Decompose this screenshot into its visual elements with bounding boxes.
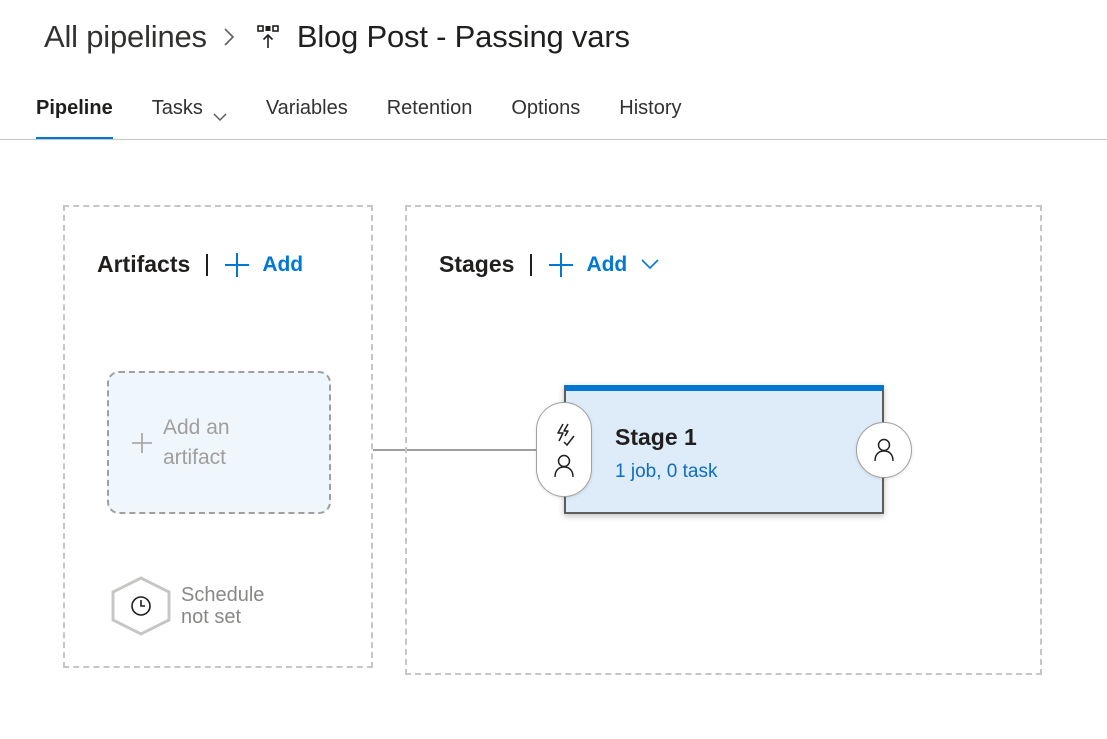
breadcrumb-all-pipelines-link[interactable]: All pipelines: [44, 19, 207, 55]
stages-title: Stages: [439, 251, 515, 277]
stage-card[interactable]: Stage 1 1 job, 0 task: [564, 385, 884, 514]
artifacts-title: Artifacts: [97, 251, 191, 277]
clock-icon: [131, 596, 151, 616]
post-deployment-conditions-button[interactable]: [856, 422, 912, 478]
tab-options[interactable]: Options: [511, 92, 580, 140]
chevron-down-icon: [213, 105, 227, 128]
tab-tasks[interactable]: Tasks: [152, 92, 227, 140]
trigger-lightning-icon: [557, 423, 575, 446]
schedule-trigger[interactable]: Schedule not set: [109, 574, 281, 638]
artifacts-header: Artifacts Add: [97, 251, 303, 278]
add-stage-button[interactable]: Add: [548, 252, 671, 278]
release-pipeline-icon: [257, 24, 279, 50]
tab-tasks-label: Tasks: [151, 97, 203, 119]
approver-person-icon: [554, 454, 574, 477]
chevron-down-icon: [641, 259, 659, 270]
artifacts-panel: Artifacts Add Add an artifact Schedule n…: [63, 205, 373, 668]
add-artifact-button[interactable]: Add: [224, 252, 303, 278]
header-divider: [530, 253, 533, 276]
add-artifact-card-label: Add an artifact: [163, 415, 230, 469]
tab-pipeline[interactable]: Pipeline: [36, 92, 113, 140]
chevron-right-icon: [223, 27, 235, 47]
tab-bar-divider: [0, 139, 1107, 140]
approver-person-icon: [874, 438, 894, 462]
page-title: Blog Post - Passing vars: [296, 19, 630, 54]
stage-name: Stage 1: [615, 424, 697, 450]
tab-retention[interactable]: Retention: [387, 92, 473, 140]
plus-icon: [225, 252, 250, 277]
plus-icon: [549, 252, 574, 277]
stage-summary-link[interactable]: 1 job, 0 task: [615, 461, 717, 483]
tab-variables[interactable]: Variables: [266, 92, 348, 140]
schedule-hexagon: [109, 574, 173, 638]
pre-deployment-conditions-button[interactable]: [536, 402, 592, 497]
plus-icon: [131, 432, 153, 454]
add-stage-label: Add: [586, 252, 628, 276]
add-artifact-label: Add: [262, 252, 304, 276]
tab-pipeline-label: Pipeline: [36, 97, 113, 119]
tab-history[interactable]: History: [619, 92, 681, 140]
tab-history-label: History: [619, 97, 682, 119]
add-artifact-card[interactable]: Add an artifact: [107, 371, 331, 514]
tab-variables-label: Variables: [265, 97, 348, 119]
tab-retention-label: Retention: [386, 97, 473, 119]
tab-options-label: Options: [511, 97, 581, 119]
stages-header: Stages Add: [439, 251, 671, 278]
header-divider: [206, 253, 209, 276]
tab-bar: Pipeline Tasks Variables Retention Optio…: [36, 92, 721, 140]
schedule-label: Schedule not set: [181, 584, 265, 628]
breadcrumb: All pipelines Blog Post - Passing vars: [44, 14, 630, 60]
